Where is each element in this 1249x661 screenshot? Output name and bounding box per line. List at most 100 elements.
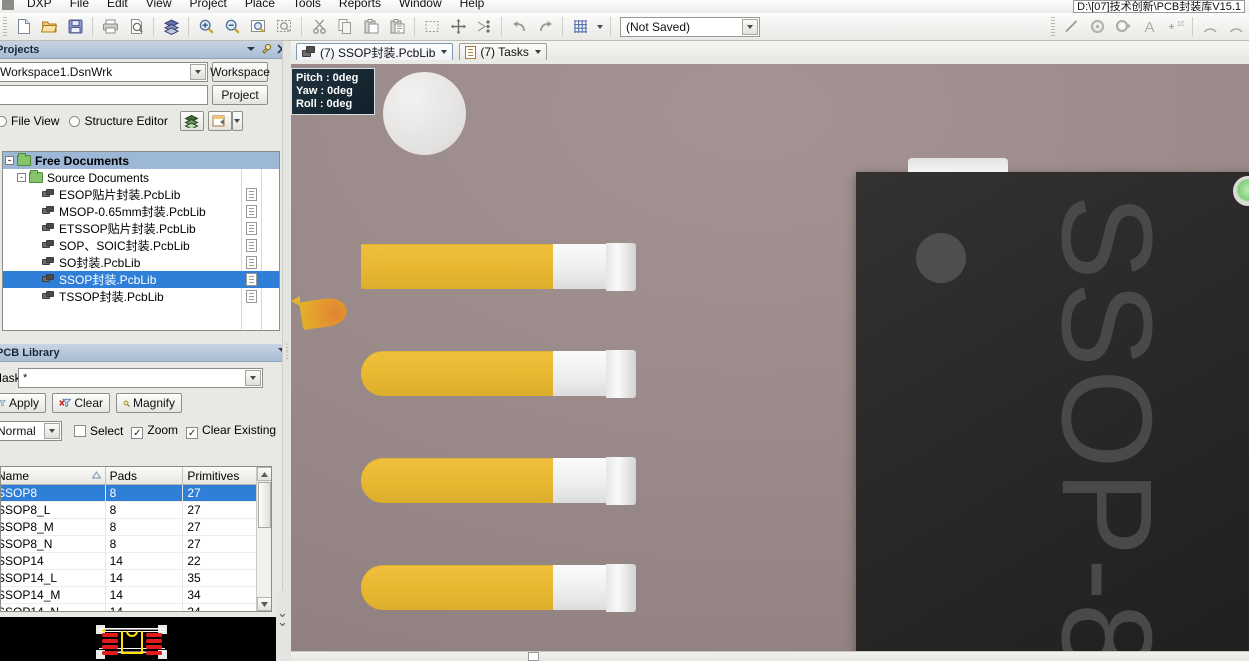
tab-pcblib[interactable]: (7) SSOP封装.PcbLib xyxy=(296,42,454,62)
zoom-in-icon[interactable] xyxy=(194,15,218,39)
pad-icon[interactable] xyxy=(1085,15,1109,39)
via-icon[interactable] xyxy=(1111,15,1135,39)
table-row[interactable]: SSOP8_N 8 27 xyxy=(1,536,271,553)
clear-existing-checkbox[interactable]: ✓ Clear Existing xyxy=(186,423,276,440)
panel-menu-caret-icon[interactable] xyxy=(246,45,256,53)
menu-bar[interactable]: DXP File Edit View Project Place Tools Reports W… xyxy=(0,0,1249,13)
menu-item-help[interactable]: Help xyxy=(451,0,494,9)
tree-item[interactable]: - Source Documents xyxy=(3,169,279,186)
undo-icon[interactable] xyxy=(507,15,531,39)
cut-icon[interactable] xyxy=(307,15,331,39)
scroll-down-button[interactable] xyxy=(257,597,271,611)
new-document-icon[interactable] xyxy=(11,15,35,39)
footprint-preview[interactable] xyxy=(0,617,276,661)
magnify-button[interactable]: Magnify xyxy=(116,393,182,413)
workspace-dropdown-button[interactable] xyxy=(190,64,206,80)
project-options-button[interactable] xyxy=(179,111,204,131)
menu-item-window[interactable]: Window xyxy=(390,0,451,9)
chevron-down-icon[interactable] xyxy=(441,50,448,54)
table-row[interactable]: SSOP14_N 14 34 xyxy=(1,604,271,611)
coordinate-icon[interactable]: 10,10 xyxy=(1163,15,1187,39)
column-header-name[interactable]: Name xyxy=(1,467,106,484)
mask-input[interactable] xyxy=(23,372,233,384)
components-scrollbar[interactable] xyxy=(256,467,271,611)
table-row[interactable]: SSOP14_M 14 34 xyxy=(1,587,271,604)
zoom-checkbox[interactable]: ✓ Zoom xyxy=(131,423,178,440)
zoom-selected-icon[interactable] xyxy=(272,15,296,39)
tab-tasks[interactable]: (7) Tasks xyxy=(459,42,547,62)
workspace-button[interactable]: Workspace xyxy=(210,62,270,82)
workspace-combo[interactable]: Workspace1.DsnWrk xyxy=(0,62,208,82)
panel-pin-icon[interactable] xyxy=(261,43,272,54)
move-icon[interactable] xyxy=(446,15,470,39)
tree-item[interactable]: SO封装.PcbLib xyxy=(3,254,279,271)
file-view-radio[interactable]: File View xyxy=(0,114,59,128)
tree-item[interactable]: MSOP-0.65mm封装.PcbLib xyxy=(3,203,279,220)
redo-icon[interactable] xyxy=(533,15,557,39)
align-icon[interactable] xyxy=(472,15,496,39)
save-state-dropdown-button[interactable] xyxy=(742,18,758,35)
dock-splitter[interactable]: ⋮ ⋮ xyxy=(282,41,292,661)
line-icon[interactable] xyxy=(1059,15,1083,39)
components-grid[interactable]: Name Pads Primitives SSOP8 8 27 SSOP8_L 8 27 S… xyxy=(0,466,272,612)
clear-button[interactable]: Clear xyxy=(52,393,110,413)
scrollbar-thumb[interactable] xyxy=(258,482,271,528)
menu-item-dxp[interactable]: DXP xyxy=(18,0,61,9)
zoom-area-icon[interactable] xyxy=(246,15,270,39)
table-row[interactable]: SSOP8_L 8 27 xyxy=(1,502,271,519)
tree-item[interactable]: ETSSOP贴片封装.PcbLib xyxy=(3,220,279,237)
mask-input-wrap[interactable] xyxy=(18,368,263,388)
open-folder-icon[interactable] xyxy=(37,15,61,39)
layers-icon[interactable] xyxy=(159,15,183,39)
draw-toolbar-grip[interactable] xyxy=(1051,16,1055,37)
menu-item-project[interactable]: Project xyxy=(181,0,236,9)
arc-center-icon[interactable] xyxy=(1198,15,1222,39)
project-combo[interactable] xyxy=(0,85,208,105)
tree-item[interactable]: ESOP贴片封装.PcbLib xyxy=(3,186,279,203)
menu-item-view[interactable]: View xyxy=(137,0,181,9)
save-state-combo[interactable]: (Not Saved) xyxy=(620,16,760,37)
table-row[interactable]: SSOP8_M 8 27 xyxy=(1,519,271,536)
table-row[interactable]: SSOP14_L 14 35 xyxy=(1,570,271,587)
structure-editor-radio[interactable]: Structure Editor xyxy=(69,114,168,128)
zoom-out-icon[interactable] xyxy=(220,15,244,39)
menu-item-edit[interactable]: Edit xyxy=(98,0,137,9)
tree-item[interactable]: SSOP封装.PcbLib xyxy=(3,271,279,288)
select-checkbox[interactable]: Select xyxy=(74,424,123,438)
menu-item-reports[interactable]: Reports xyxy=(330,0,390,9)
paste-special-icon[interactable] xyxy=(385,15,409,39)
document-path-field[interactable]: D:\[07]技术创新\PCB封装库V15.1 xyxy=(1073,0,1245,13)
grid-icon[interactable] xyxy=(568,15,592,39)
arc-edge-icon[interactable] xyxy=(1224,15,1248,39)
tree-item[interactable]: TSSOP封装.PcbLib xyxy=(3,288,279,305)
paste-icon[interactable] xyxy=(359,15,383,39)
zoom-mode-combo[interactable]: Normal xyxy=(0,421,62,441)
collapse-toggle-icon[interactable]: - xyxy=(5,156,14,165)
project-button[interactable]: Project xyxy=(212,85,268,105)
chevron-down-icon[interactable] xyxy=(534,50,541,54)
column-header-pads[interactable]: Pads xyxy=(106,467,184,484)
save-icon[interactable] xyxy=(63,15,87,39)
collapse-chevrons-icon[interactable]: ⌄ ⌄ xyxy=(277,606,288,628)
project-explore-dropdown[interactable] xyxy=(231,111,243,131)
select-area-icon[interactable] xyxy=(420,15,444,39)
toolbar-grip[interactable] xyxy=(3,16,7,37)
copy-icon[interactable] xyxy=(333,15,357,39)
main-toolbar[interactable]: (Not Saved) A 1 xyxy=(0,13,1249,41)
project-tree[interactable]: - Free Documents - Source Documents ESOP贴片封装… xyxy=(2,151,280,331)
menu-item-place[interactable]: Place xyxy=(236,0,284,9)
tree-item[interactable]: SOP、SOIC封装.PcbLib xyxy=(3,237,279,254)
mask-dropdown-button[interactable] xyxy=(245,370,261,386)
string-icon[interactable]: A xyxy=(1137,15,1161,39)
project-explore-button[interactable] xyxy=(207,111,232,131)
table-row[interactable]: SSOP8 8 27 xyxy=(1,485,271,502)
ic-body-3d[interactable]: SSOP-8 xyxy=(856,158,1249,651)
table-row[interactable]: SSOP14 14 22 xyxy=(1,553,271,570)
grid-dropdown-button[interactable] xyxy=(593,15,606,39)
scroll-up-button[interactable] xyxy=(257,467,271,481)
print-preview-icon[interactable] xyxy=(124,15,148,39)
tree-item[interactable]: - Free Documents xyxy=(3,152,279,169)
menu-item-tools[interactable]: Tools xyxy=(284,0,330,9)
menu-item-file[interactable]: File xyxy=(61,0,98,9)
apply-button[interactable]: Apply xyxy=(0,393,46,413)
